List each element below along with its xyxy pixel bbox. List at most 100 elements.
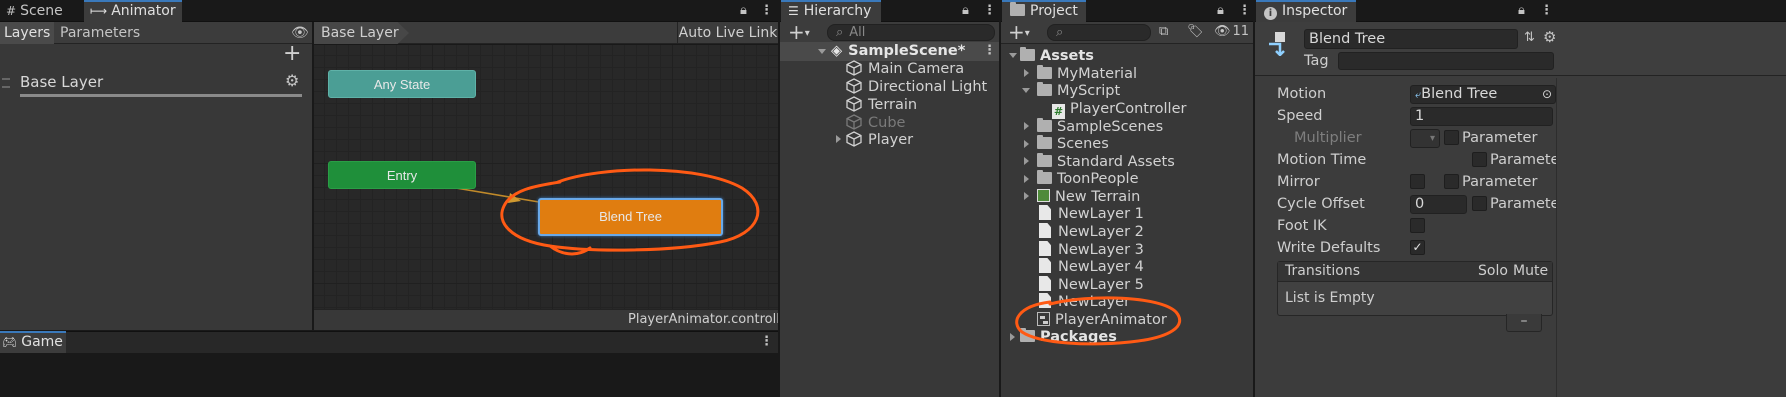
tab-project[interactable]: Project (1002, 0, 1086, 22)
project-folder[interactable]: Scenes (1037, 134, 1109, 154)
project-file[interactable]: NewLayer 1 (1039, 204, 1144, 224)
game-tab-bar (0, 331, 778, 353)
hierarchy-search-input[interactable]: ⌕ All (827, 24, 995, 41)
transitions-label: Transitions (1285, 263, 1360, 279)
file-icon (1039, 223, 1051, 238)
expand-arrow[interactable] (836, 135, 841, 143)
add-layer-button[interactable]: + (283, 43, 301, 65)
terrain-icon (1037, 189, 1050, 202)
more-menu-icon[interactable]: ⋮ (983, 43, 996, 59)
mirror-parameter-checkbox[interactable] (1444, 174, 1459, 189)
filter-by-type-icon[interactable]: ⧉ (1159, 24, 1168, 40)
animator-icon: ⟼ (90, 4, 108, 18)
more-menu-icon[interactable]: ⋮ (983, 3, 996, 19)
folder-icon (1037, 65, 1052, 79)
filter-by-label-icon[interactable]: 🏷︎ (1187, 24, 1204, 40)
more-menu-icon[interactable]: ⋮ (1238, 3, 1251, 19)
project-folder[interactable]: ToonPeople (1037, 169, 1139, 189)
breadcrumb[interactable]: Base Layer (314, 22, 409, 44)
tab-animator[interactable]: ⟼ Animator (84, 0, 182, 22)
scene-item[interactable]: ◈ SampleScene* (831, 41, 965, 61)
annotation-circle (500, 168, 760, 256)
multiplier-dropdown[interactable]: ▾ (1410, 129, 1440, 148)
project-file[interactable]: NewLayer 4 (1039, 257, 1144, 277)
speed-label: Speed (1277, 108, 1323, 124)
hierarchy-item[interactable]: Player (846, 130, 913, 150)
inspector-scrollbar[interactable] (1556, 78, 1566, 397)
more-menu-icon[interactable]: ⋮ (760, 334, 773, 350)
write-defaults-label: Write Defaults (1277, 240, 1381, 256)
cycle-offset-parameter-checkbox[interactable] (1472, 196, 1487, 211)
project-script[interactable]: # PlayerController (1052, 99, 1186, 119)
write-defaults-checkbox[interactable]: ✓ (1410, 240, 1425, 255)
lock-icon[interactable]: 🔒︎ (1217, 3, 1224, 19)
file-icon (1039, 205, 1051, 220)
layer-item[interactable]: Base Layer ⚙ (0, 68, 312, 114)
folder-icon (1010, 2, 1025, 16)
gear-icon[interactable]: ⚙ (285, 73, 299, 89)
layer-weight-bar[interactable] (20, 94, 302, 97)
tab-layers[interactable]: Layers (0, 22, 54, 44)
create-dropdown-button[interactable]: +▾ (788, 22, 810, 44)
file-icon (1039, 241, 1051, 256)
hierarchy-item[interactable]: Terrain (846, 95, 917, 115)
project-folder-assets[interactable]: Assets (1020, 46, 1094, 66)
layer-name: Base Layer (20, 73, 104, 91)
hierarchy-item[interactable]: Directional Light (846, 77, 987, 97)
more-menu-icon[interactable]: ⋮ (760, 3, 773, 19)
mirror-checkbox[interactable] (1410, 174, 1425, 189)
motion-time-parameter-checkbox[interactable] (1472, 152, 1487, 167)
info-icon: i (1264, 7, 1277, 20)
blend-tree-icon (1267, 30, 1293, 57)
project-search-input[interactable]: ⌕ (1047, 24, 1151, 41)
create-dropdown-button[interactable]: +▾ (1008, 22, 1030, 44)
tag-field[interactable] (1338, 52, 1554, 70)
list-icon: ☰ (788, 4, 799, 18)
cycle-offset-field[interactable]: 0 (1410, 195, 1467, 214)
annotation-circle (1015, 296, 1182, 346)
tab-inspector[interactable]: i Inspector (1256, 0, 1356, 22)
layer-drag-handle[interactable] (2, 78, 10, 88)
parameter-label: Parameter (1490, 152, 1566, 168)
remove-transition-button[interactable]: – (1506, 314, 1542, 332)
tab-parameters[interactable]: Parameters (54, 22, 140, 44)
tab-hierarchy[interactable]: ☰ Hierarchy (781, 0, 881, 22)
eye-icon[interactable]: 👁︎ (291, 25, 309, 41)
search-icon: ⌕ (836, 25, 844, 40)
file-icon (1039, 258, 1051, 273)
object-picker-icon[interactable]: ⊙ (1542, 86, 1552, 103)
list-empty-text: List is Empty (1285, 290, 1375, 306)
tab-game[interactable]: 🎮︎ Game (0, 331, 66, 353)
tab-scene[interactable]: # Scene (0, 0, 82, 22)
foot-ik-label: Foot IK (1277, 218, 1327, 234)
entry-node[interactable]: Entry (328, 161, 476, 189)
multiplier-parameter-checkbox[interactable] (1444, 130, 1459, 145)
settings-sliders-icon[interactable]: ⇅ (1524, 30, 1535, 46)
controller-filename: PlayerAnimator.controller (628, 312, 794, 327)
foot-ik-checkbox[interactable] (1410, 218, 1425, 233)
motion-field[interactable]: ⤶Blend Tree ⊙ (1410, 85, 1556, 104)
mute-label: Mute (1513, 263, 1549, 279)
any-state-node[interactable]: Any State (328, 70, 476, 98)
speed-field[interactable]: 1 (1410, 107, 1553, 126)
gear-icon[interactable]: ⚙ (1543, 29, 1556, 45)
tag-label: Tag (1304, 53, 1329, 69)
object-name-field[interactable]: Blend Tree (1304, 29, 1518, 49)
folder-open-icon (1020, 47, 1035, 61)
folder-icon (1037, 153, 1052, 167)
project-file[interactable]: NewLayer 2 (1039, 222, 1144, 242)
lock-icon[interactable]: 🔒︎ (740, 3, 747, 19)
solo-label: Solo (1478, 263, 1508, 279)
project-folder[interactable]: MyScript (1037, 81, 1120, 101)
folder-icon (1037, 118, 1052, 132)
lock-icon[interactable]: 🔒︎ (962, 3, 969, 19)
motion-label: Motion (1277, 86, 1327, 102)
gameobject-icon (846, 78, 862, 94)
lock-icon[interactable]: 🔒︎ (1518, 3, 1525, 19)
auto-live-link-button[interactable]: Auto Live Link (677, 22, 778, 44)
hierarchy-item[interactable]: Main Camera (846, 59, 964, 79)
parameter-label: Parameter (1462, 130, 1538, 146)
hidden-packages-icon[interactable]: 👁︎ 11 (1214, 24, 1249, 40)
search-icon: ⌕ (1056, 25, 1064, 40)
more-menu-icon[interactable]: ⋮ (1540, 3, 1553, 19)
